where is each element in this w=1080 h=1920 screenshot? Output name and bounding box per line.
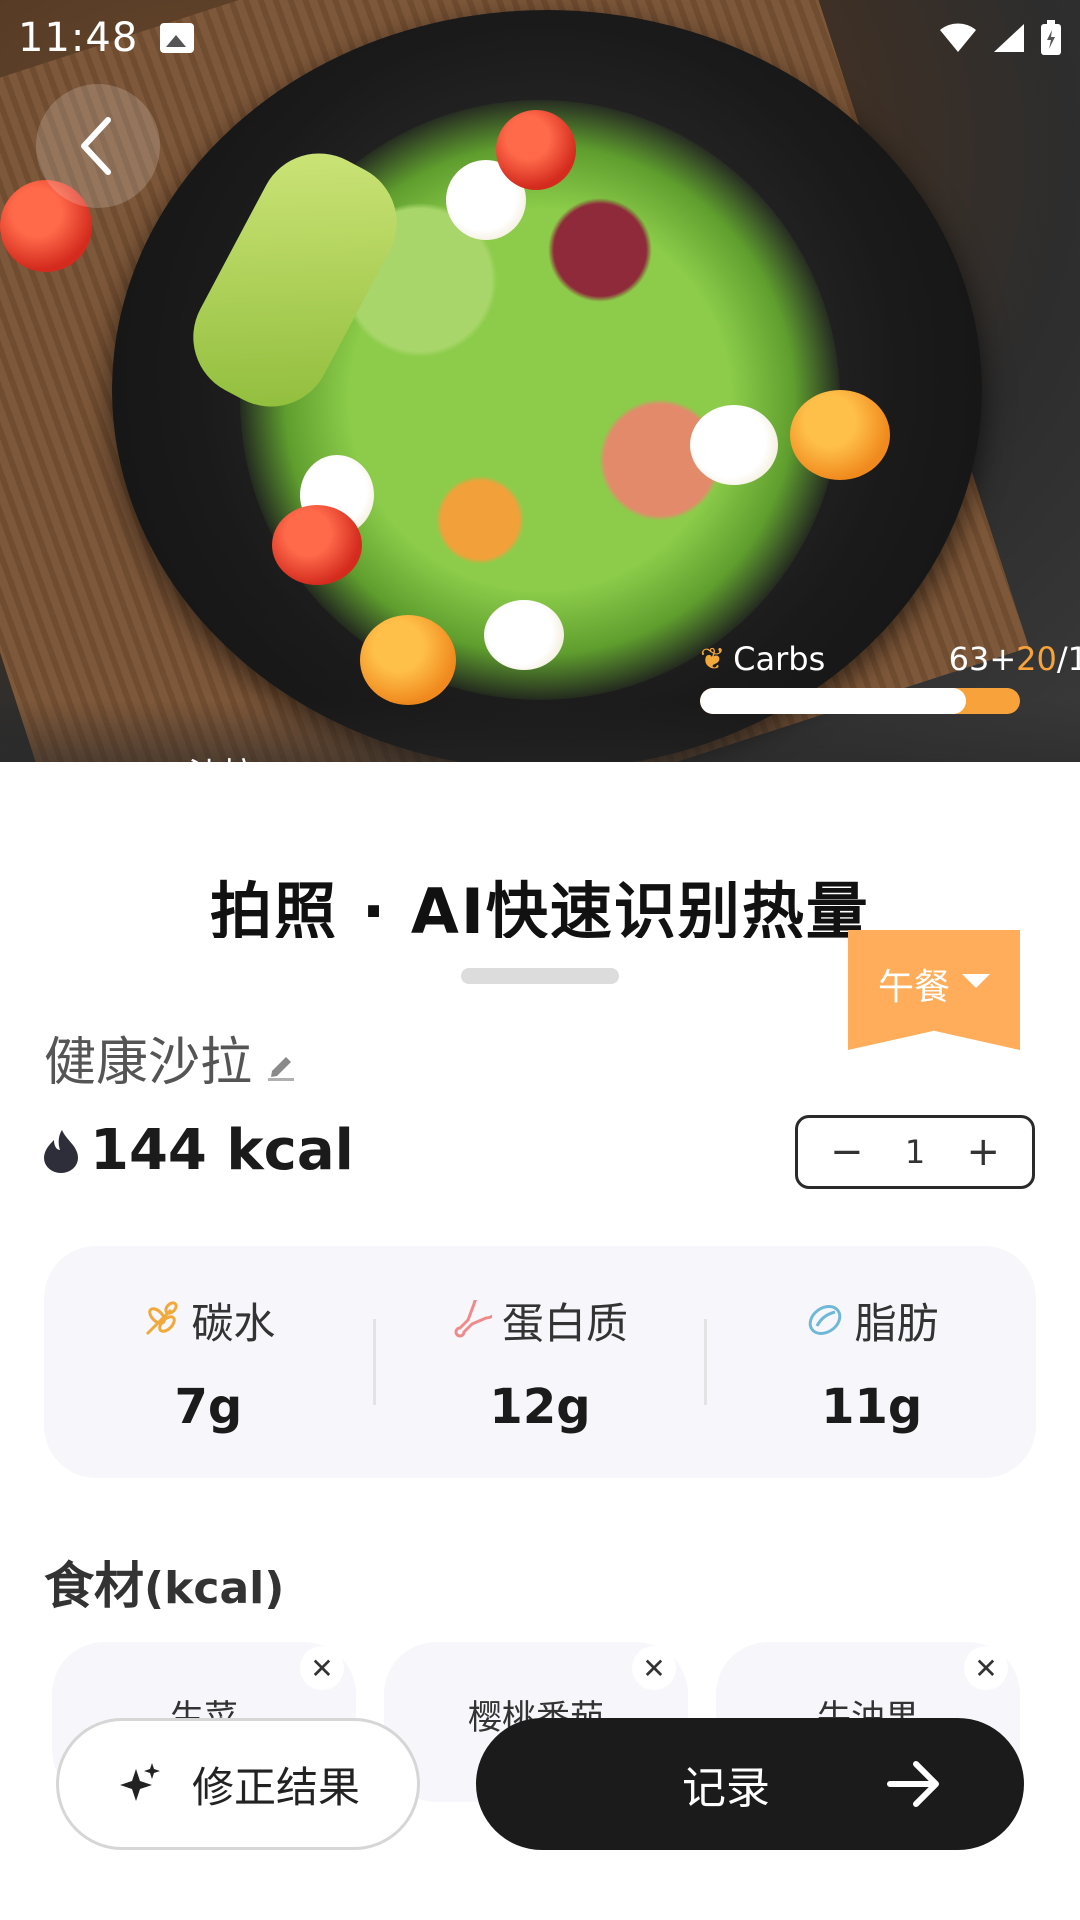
food-photo: 11:48 ❦ Carbs 63+20/1 沙拉 (0, 0, 1080, 762)
status-time: 11:48 (18, 15, 139, 61)
carbs-overlay-label: Carbs (733, 640, 826, 678)
carbs-progress-overlay: ❦ Carbs 63+20/1 (700, 640, 1080, 714)
macro-protein: 蛋白质 12g (376, 1290, 705, 1435)
sheet-drag-handle[interactable] (461, 968, 619, 984)
status-bar: 11:48 (0, 0, 1080, 76)
remove-ingredient-button[interactable]: ✕ (964, 1646, 1008, 1690)
wheat-icon (146, 1301, 178, 1336)
peek-text: 沙拉 (188, 748, 256, 762)
macro-fat: 脂肪 11g (707, 1290, 1036, 1435)
increment-button[interactable]: + (966, 1132, 1000, 1172)
meal-type-label: 午餐 (877, 967, 950, 1008)
avocado-icon (808, 1305, 841, 1335)
macro-protein-label: 蛋白质 (502, 1298, 629, 1348)
macro-fat-value: 11g (821, 1378, 923, 1435)
tomato (360, 615, 456, 705)
carbs-overlay-added: 20 (1016, 640, 1057, 678)
ingredients-heading: 食材 (44, 1557, 144, 1615)
drumstick-icon (454, 1300, 492, 1338)
tomato (272, 505, 362, 585)
remove-ingredient-button[interactable]: ✕ (632, 1646, 676, 1690)
signal-icon (994, 24, 1024, 52)
carbs-overlay-base: 63+ (948, 640, 1017, 678)
banner-title: 拍照 · AI快速识别热量 (210, 875, 870, 938)
macro-fat-label: 脂肪 (854, 1298, 939, 1348)
wheat-icon: ❦ (700, 641, 726, 677)
ingredients-unit: (kcal) (144, 1563, 285, 1614)
chevron-left-icon (81, 117, 111, 175)
egg (690, 405, 778, 485)
fix-result-label: 修正结果 (191, 1762, 360, 1812)
decrement-button[interactable]: − (830, 1132, 864, 1172)
meal-type-selector[interactable]: 午餐 (848, 930, 1020, 1050)
fix-result-button[interactable]: 修正结果 (56, 1718, 420, 1850)
carbs-progress-fill (700, 688, 966, 714)
carbs-overlay-value: 63+20/1 (949, 640, 1080, 678)
food-name-row[interactable]: 健康沙拉 (44, 1020, 296, 1095)
sparkle-icon (119, 1763, 160, 1801)
tomato (496, 110, 576, 190)
carbs-overlay-rest: /1 (1056, 640, 1080, 678)
kcal-value: 144 kcal (90, 1118, 354, 1183)
food-name: 健康沙拉 (44, 1033, 253, 1093)
arrow-right-icon (887, 1761, 939, 1807)
macro-carbs-value: 7g (174, 1378, 243, 1435)
record-label: 记录 (682, 1763, 770, 1814)
ingredients-title: 食材 (kcal) (44, 1546, 284, 1618)
caret-down-icon (962, 974, 990, 988)
quantity-value: 1 (904, 1133, 926, 1171)
macro-protein-value: 12g (489, 1378, 591, 1435)
wifi-icon (940, 23, 976, 52)
calorie-total: 144 kcal (40, 1118, 354, 1183)
macro-carbs-label: 碳水 (191, 1298, 276, 1348)
tomato (790, 390, 890, 480)
egg (484, 600, 564, 670)
macro-card: 碳水 7g 蛋白质 12g 脂肪 11g (44, 1246, 1036, 1478)
flame-icon (44, 1129, 78, 1173)
macro-protein-head: 蛋白质 (452, 1290, 628, 1351)
macro-carbs-head: 碳水 (141, 1290, 275, 1351)
record-button[interactable]: 记录 (476, 1718, 1024, 1850)
pencil-icon[interactable] (266, 1051, 296, 1081)
battery-icon (1041, 20, 1061, 55)
back-button[interactable] (36, 84, 160, 208)
gallery-notification-icon (160, 23, 195, 53)
carbs-progress-bar (700, 688, 1020, 714)
macro-fat-head: 脂肪 (805, 1290, 939, 1351)
quantity-stepper: − 1 + (795, 1115, 1035, 1189)
remove-ingredient-button[interactable]: ✕ (300, 1646, 344, 1690)
macro-carbs: 碳水 7g (44, 1290, 373, 1435)
